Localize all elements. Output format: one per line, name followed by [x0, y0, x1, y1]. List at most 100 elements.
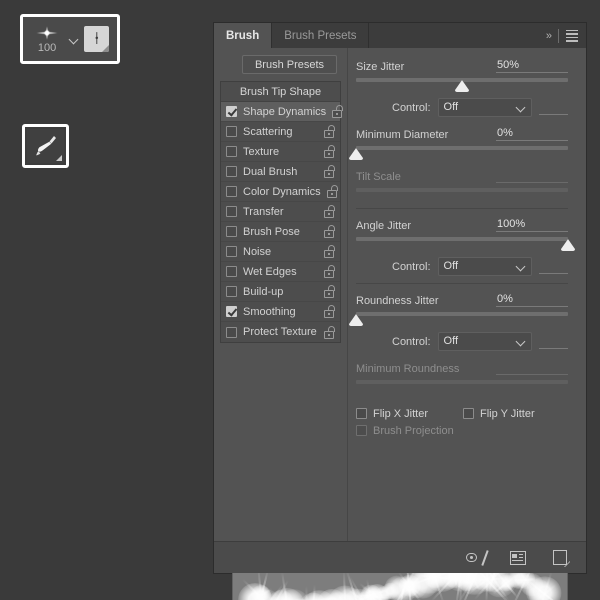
double-chevron-right-icon[interactable]: » [546, 30, 552, 42]
slider-knob[interactable] [349, 148, 363, 160]
checkbox-wet-edges[interactable] [226, 266, 237, 277]
angle-jitter-label: Angle Jitter [356, 220, 412, 232]
create-new-brush-icon[interactable] [550, 549, 571, 568]
angle-control-label: Control: [392, 260, 431, 273]
option-row-smoothing[interactable]: Smoothing [221, 302, 340, 322]
option-row-build-up[interactable]: Build-up [221, 282, 340, 302]
flip-x-jitter-option[interactable]: Flip X Jitter [356, 408, 463, 420]
brush-size-option-chip[interactable]: 100 ⍿ [20, 14, 120, 64]
checkbox-flip-y-jitter[interactable] [463, 408, 474, 419]
control-row-rule [538, 114, 568, 115]
option-label: Build-up [243, 285, 284, 298]
checkbox-color-dynamics[interactable] [226, 186, 237, 197]
angle-jitter-slider[interactable] [356, 236, 575, 251]
slider-knob[interactable] [349, 314, 363, 326]
checkbox-smoothing[interactable] [226, 306, 237, 317]
flip-y-jitter-option[interactable]: Flip Y Jitter [463, 408, 535, 420]
panel-body: Brush Presets Brush Tip Shape Shape Dyna… [214, 48, 586, 542]
roundness-control-value: Off [443, 335, 459, 347]
checkbox-flip-x-jitter[interactable] [356, 408, 367, 419]
slider-knob[interactable] [561, 239, 575, 251]
unlocked-icon[interactable] [324, 225, 336, 238]
angle-jitter-row: Angle Jitter 100% [356, 215, 568, 232]
option-row-scattering[interactable]: Scattering [221, 122, 340, 142]
brush-presets-button[interactable]: Brush Presets [242, 55, 337, 74]
size-jitter-value[interactable]: 50% [496, 59, 568, 73]
option-label: Color Dynamics [243, 185, 321, 198]
unlocked-icon[interactable] [324, 125, 336, 138]
size-control-row: Control: Off [356, 98, 568, 117]
unlocked-icon[interactable] [332, 105, 344, 118]
checkbox-noise[interactable] [226, 246, 237, 257]
angle-control-value: Off [443, 260, 459, 272]
chevron-down-icon [516, 263, 526, 270]
checkbox-protect-texture[interactable] [226, 326, 237, 338]
brush-tip-shape-header[interactable]: Brush Tip Shape [221, 82, 340, 102]
option-label: Texture [243, 145, 280, 158]
option-row-wet-edges[interactable]: Wet Edges [221, 262, 340, 282]
roundness-control-label: Control: [392, 335, 431, 348]
brush-tip-preview-thumbnail[interactable]: 100 [31, 21, 63, 57]
checkbox-shape-dynamics[interactable] [226, 106, 237, 117]
open-preset-manager-icon[interactable] [508, 549, 528, 567]
minimum-roundness-slider [356, 379, 568, 393]
checkbox-dual-brush[interactable] [226, 166, 237, 177]
option-row-color-dynamics[interactable]: Color Dynamics [221, 182, 340, 202]
tab-brush[interactable]: Brush [214, 23, 273, 48]
unlocked-icon[interactable] [324, 305, 336, 318]
unlocked-icon[interactable] [324, 165, 336, 178]
angle-control-row: Control: Off [356, 257, 568, 276]
slider-track [356, 188, 568, 192]
roundness-control-select[interactable]: Off [437, 332, 532, 351]
minimum-roundness-label: Minimum Roundness [356, 363, 460, 375]
minimum-diameter-slider[interactable] [349, 145, 568, 160]
size-jitter-slider[interactable] [356, 77, 568, 92]
angle-control-select[interactable]: Off [437, 257, 532, 276]
slider-track [356, 237, 568, 241]
option-row-dual-brush[interactable]: Dual Brush [221, 162, 340, 182]
option-label: Wet Edges [243, 265, 297, 278]
angle-jitter-value[interactable]: 100% [496, 218, 568, 232]
unlocked-icon[interactable] [324, 265, 336, 278]
roundness-jitter-value[interactable]: 0% [496, 293, 568, 307]
toggle-brush-panel-icon[interactable]: ⍿ [84, 26, 109, 52]
minimum-diameter-value[interactable]: 0% [496, 127, 568, 141]
size-control-label: Control: [392, 101, 431, 114]
size-control-select[interactable]: Off [437, 98, 532, 117]
toggle-brush-tip-icon[interactable] [466, 549, 489, 567]
option-row-noise[interactable]: Noise [221, 242, 340, 262]
panel-menu-icon[interactable] [566, 29, 578, 42]
checkbox-build-up[interactable] [226, 286, 237, 297]
unlocked-icon[interactable] [326, 185, 339, 198]
chevron-down-icon[interactable] [69, 36, 78, 43]
option-row-texture[interactable]: Texture [221, 142, 340, 162]
app-root: 100 ⍿ Brush Brush Presets » Brush Preset… [0, 0, 600, 600]
option-row-transfer[interactable]: Transfer [221, 202, 340, 222]
checkbox-brush-pose[interactable] [226, 226, 237, 237]
option-label: Noise [243, 245, 272, 258]
unlocked-icon[interactable] [324, 325, 336, 339]
unlocked-icon[interactable] [324, 285, 336, 298]
slider-knob[interactable] [455, 80, 469, 92]
checkbox-transfer[interactable] [226, 206, 237, 217]
unlocked-icon[interactable] [324, 145, 336, 158]
unlocked-icon[interactable] [324, 245, 336, 258]
slider-track [356, 312, 568, 316]
panel-tabbar: Brush Brush Presets » [214, 23, 586, 48]
section-divider [356, 208, 568, 209]
brush-tool-button[interactable] [22, 124, 69, 168]
checkbox-texture[interactable] [226, 146, 237, 157]
option-row-protect-texture[interactable]: Protect Texture [221, 322, 340, 342]
minimum-diameter-section: Minimum Diameter 0% [349, 124, 568, 160]
option-row-brush-pose[interactable]: Brush Pose [221, 222, 340, 242]
tilt-scale-slider [356, 187, 568, 201]
roundness-jitter-slider[interactable] [349, 311, 568, 326]
tab-brush-presets[interactable]: Brush Presets [272, 23, 370, 48]
slider-track [356, 146, 568, 150]
option-label: Scattering [243, 125, 293, 138]
checkbox-scattering[interactable] [226, 126, 237, 137]
unlocked-icon[interactable] [324, 205, 336, 218]
roundness-control-row: Control: Off [356, 332, 568, 351]
option-row-shape-dynamics[interactable]: Shape Dynamics [221, 102, 344, 122]
section-divider [356, 283, 568, 284]
